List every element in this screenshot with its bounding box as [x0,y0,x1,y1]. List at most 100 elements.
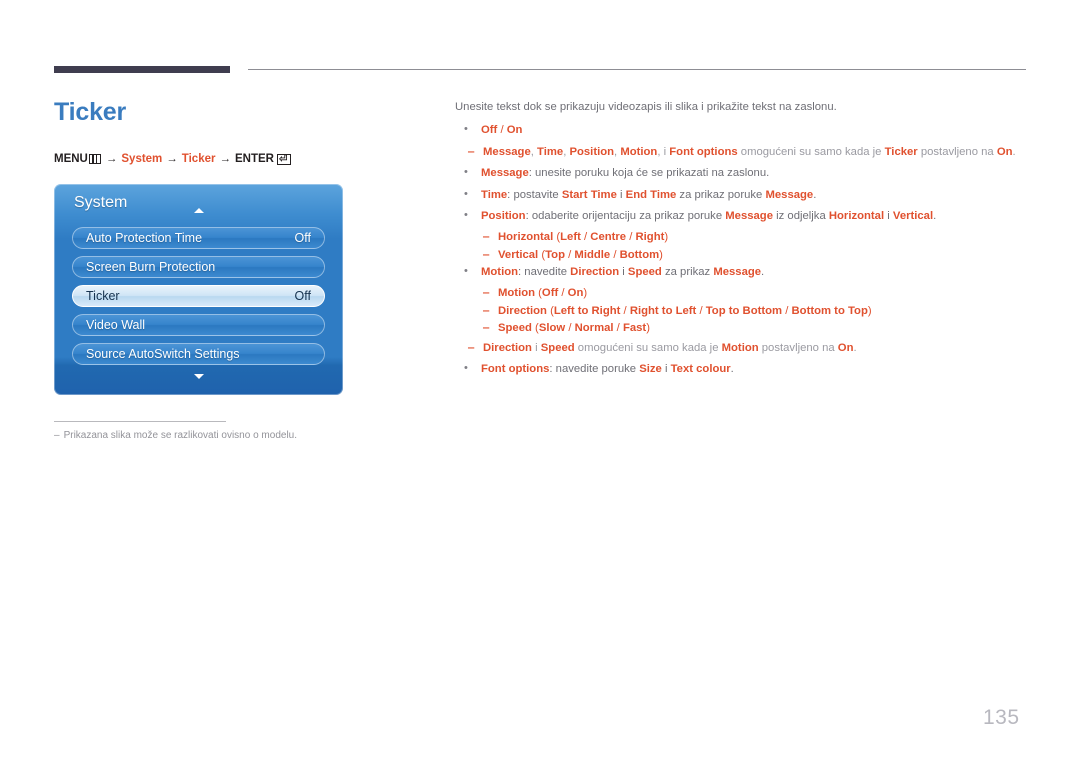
content-text-run: iz odjeljka [772,209,829,222]
enter-glyph: ⏎ [278,153,288,165]
content-text-run: ) [583,287,588,300]
content-text-run: ( [535,287,542,300]
bullet-marker: • [464,265,468,277]
content-subitem: ‒ Horizontal (Left / Centre / Right) [455,229,1030,245]
content-text-run: Bottom to Top [791,304,868,317]
content-text-run: Start Time [561,188,617,201]
content-text-run: End Time [625,188,677,201]
breadcrumb-arrow-1: → [105,153,118,165]
intro-paragraph: Unesite tekst dok se prikazuju videozapi… [455,101,837,113]
content-subitem: ‒ Motion (Off / On) [455,285,1030,301]
content-text-run: za prikaz poruke [676,188,766,201]
osd-row[interactable]: Screen Burn Protection [72,256,325,278]
content-text-run: Font options [669,145,738,158]
subnote-marker: ‒ [468,145,475,158]
chevron-down-icon[interactable] [193,374,204,379]
content-text-run: Text colour [670,362,731,375]
content-text-run: Direction [483,341,532,354]
content-text-run: On [837,341,854,354]
osd-row[interactable]: Ticker Off [72,285,325,307]
bullet-marker: • [464,208,468,221]
content-text-run: Position [569,145,615,158]
content-text-run: Slow [538,322,566,335]
content-text-run: Position [481,209,526,222]
content-text-run: . [813,188,817,201]
content-text-run: , i [657,145,670,158]
subitem-marker: ‒ [483,304,490,317]
footnote-divider [54,421,226,422]
content-text-run: postavljeno na [917,145,997,158]
content-text-run: : navedite poruke [549,362,640,375]
content-text-run: i [661,362,671,375]
menu-bars-icon [88,154,101,164]
content-text-run: Vertical [892,209,934,222]
enter-label: ENTER [234,153,274,165]
content-text-run: . [761,266,765,278]
content-text-run: / [626,231,636,244]
content-text-run: Left to Right [553,304,621,317]
content-text-run: za prikaz [661,266,714,278]
content-text-run: / [610,248,620,261]
content-text-run: . [730,362,734,375]
footnote-dash: ‒ [54,430,60,441]
content-text-run: ) [659,248,663,261]
subitem-marker: ‒ [483,231,490,244]
subitem-marker: ‒ [483,248,490,261]
bullet-marker: • [464,361,468,374]
content-text-run: i [616,188,626,201]
content-text-run: : odaberite orijentaciju za prikaz poruk… [525,209,726,222]
content-text-run: Bottom [619,248,660,261]
content-text-run: ) [867,304,872,317]
osd-row[interactable]: Auto Protection Time Off [72,227,325,249]
osd-row[interactable]: Source AutoSwitch Settings [72,343,325,365]
bullet-marker: • [464,123,468,136]
osd-row-label: Screen Burn Protection [86,260,216,274]
content-text-run: Right [635,231,665,244]
header-divider-line [248,69,1026,70]
content-text-run: Motion [481,266,519,278]
page-number: 135 [983,706,1020,729]
content-text-run: Centre [590,231,627,244]
content-column: Unesite tekst dok se prikazuju videozapi… [455,99,1030,382]
content-text-run: Off [541,287,559,300]
osd-row-value: Off [294,289,311,303]
content-text-run: Left [560,231,581,244]
content-text-run: / [620,304,630,317]
content-text-run: omogućeni su samo kada je [574,341,722,354]
menu-label: MENU [54,153,88,165]
content-subnote: ‒ Direction i Speed omogućeni su samo kad… [455,340,1030,356]
bullet-marker: • [464,166,468,179]
content-text-run: Message [483,145,531,158]
content-text-run: : unesite poruku koja će se prikazati na… [528,167,770,180]
content-text-run: / [564,248,575,261]
content-text-run: Normal [574,322,614,335]
content-text-run: Horizontal [498,231,554,244]
content-bullet: • Message: unesite poruku koja će se prik… [455,165,1030,181]
content-text-run: / [565,322,575,335]
chevron-up-icon[interactable] [193,208,204,213]
page-title: Ticker [54,98,127,126]
content-bullet: • Position: odaberite orijentaciju za pri… [455,208,1030,224]
breadcrumb-arrow-3: → [219,153,231,165]
content-text-run: i [531,341,541,354]
osd-row[interactable]: Video Wall [72,314,325,336]
content-text-run: : postavite [507,188,562,201]
content-text-run: Message [481,167,529,180]
content-text-run: Motion [620,145,658,158]
osd-panel: System Auto Protection Time Off Screen Bur… [54,184,343,395]
osd-row-label: Ticker [86,289,120,303]
content-text-run: Message [713,266,762,278]
content-text-run: Motion [721,341,759,354]
content-text-run: Middle [574,248,611,261]
content-text-run: / [558,287,568,300]
content-text-run: omogućeni su samo kada je [737,145,885,158]
osd-row-label: Auto Protection Time [86,231,203,245]
osd-row-label: Video Wall [86,318,146,332]
content-subitem: ‒ Speed (Slow / Normal / Fast) [455,320,1030,336]
content-text-run: ( [531,322,539,335]
footnote: ‒ Prikazana slika može se razlikovati ovi… [54,430,297,441]
content-text-run: Size [639,362,662,375]
osd-menu-list: Auto Protection Time Off Screen Burn Prote… [72,227,325,372]
content-text-run: Motion [498,287,536,300]
content-text-run: Direction [498,304,547,317]
